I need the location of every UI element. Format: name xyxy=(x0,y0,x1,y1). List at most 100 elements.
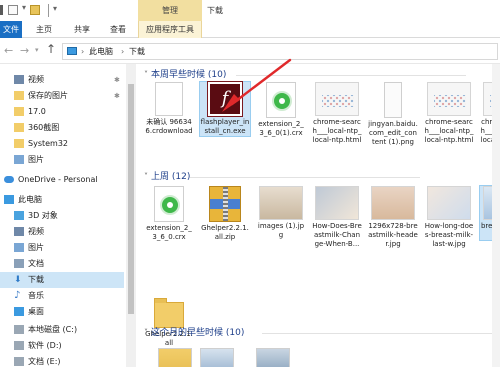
sidebar-item[interactable]: 软件 (D:) xyxy=(0,338,124,354)
file-name: extension_2_3_6_0(1).crx xyxy=(258,120,304,137)
sidebar-item-label: 桌面 xyxy=(28,307,44,316)
sidebar-item[interactable]: 360截图 xyxy=(0,120,124,136)
breadcrumb-this-pc[interactable]: 此电脑 xyxy=(89,46,113,58)
properties-icon[interactable] xyxy=(8,5,18,15)
sidebar-item[interactable]: 视频 xyxy=(0,224,124,240)
file-list-scrollbar[interactable] xyxy=(492,64,500,367)
breadcrumb-separator: › xyxy=(121,47,125,56)
tab-file[interactable]: 文件 xyxy=(0,21,22,38)
documents-folder-icon xyxy=(14,259,24,268)
address-bar[interactable]: › 此电脑 › 下载 xyxy=(62,43,498,60)
group-divider xyxy=(190,177,420,178)
flash-player-icon: f xyxy=(208,82,242,116)
pictures-folder-icon xyxy=(14,155,24,164)
sidebar-item[interactable]: 文档 (E:) xyxy=(0,354,124,367)
pin-icon: ✱ xyxy=(114,92,120,100)
breadcrumb-downloads[interactable]: 下载 xyxy=(129,46,145,58)
sidebar-item[interactable]: 此电脑 xyxy=(0,192,124,208)
computer-icon xyxy=(67,47,77,55)
group-header[interactable]: ˅ 本周早些时候 (10) xyxy=(144,68,226,82)
sidebar-item-label: 3D 对象 xyxy=(28,211,58,220)
pin-icon: ✱ xyxy=(114,76,120,84)
file-item[interactable]: f flashplayer_install_cn.exe xyxy=(199,81,251,137)
new-folder-icon[interactable] xyxy=(30,5,40,15)
quick-access-arrow-icon[interactable]: ▾ xyxy=(22,3,26,12)
video-folder-icon xyxy=(14,227,24,236)
sidebar-item[interactable]: System32 xyxy=(0,136,124,152)
navigation-scrollbar[interactable] xyxy=(126,64,136,367)
sidebar-item[interactable]: OneDrive - Personal xyxy=(0,172,124,188)
collapse-chevron-icon[interactable]: ˅ xyxy=(144,172,148,181)
photo-thumbnail-icon xyxy=(259,186,303,220)
file-item[interactable]: extension_2_3_6_0(1).crx xyxy=(256,82,306,138)
group-header-label: 上周 (12) xyxy=(151,172,191,182)
tab-home[interactable]: 主页 xyxy=(32,21,56,38)
sidebar-item[interactable]: 保存的图片 ✱ xyxy=(0,88,124,104)
sidebar-item[interactable]: 图片 xyxy=(0,240,124,256)
group-header-label: 本周早些时候 (10) xyxy=(151,70,227,80)
tab-view[interactable]: 查看 xyxy=(106,21,130,38)
tab-share[interactable]: 共享 xyxy=(70,21,94,38)
blank-file-icon xyxy=(155,82,183,116)
photo-thumbnail-icon[interactable] xyxy=(256,348,290,367)
navigation-scrollbar-thumb[interactable] xyxy=(128,84,134,314)
folder-icon[interactable] xyxy=(158,348,192,367)
file-name: extension_2_3_6_0.crx xyxy=(146,224,192,241)
sidebar-item-label: 17.0 xyxy=(28,107,46,116)
file-name: flashplayer_install_cn.exe xyxy=(200,118,250,135)
sidebar-item[interactable]: 17.0 xyxy=(0,104,124,120)
music-note-icon: ♪ xyxy=(14,290,21,301)
sidebar-item-label: 文档 xyxy=(28,259,44,268)
up-arrow-icon[interactable]: ↑ xyxy=(46,42,56,56)
file-name: jingyan.baidu.com_edit_content (1).png xyxy=(368,120,418,146)
file-name: images (1).jpg xyxy=(257,222,305,239)
sidebar-item[interactable]: 桌面 xyxy=(0,304,124,320)
sidebar-item-label: 360截图 xyxy=(28,123,60,132)
sidebar-item[interactable]: 3D 对象 xyxy=(0,208,124,224)
file-item[interactable]: chrome-search___local-ntp_local-ntp.html xyxy=(312,82,362,145)
sidebar-item[interactable]: 视频 ✱ xyxy=(0,72,124,88)
file-name: chrome-search___local-ntp_local-ntp.html xyxy=(312,118,362,144)
png-image-icon xyxy=(384,82,402,118)
folder-icon xyxy=(14,107,24,116)
file-item[interactable]: Ghelper2.2.1.all.zip xyxy=(200,186,250,242)
objects-3d-icon xyxy=(14,211,24,220)
pictures-folder-icon xyxy=(14,243,24,252)
file-item[interactable]: extension_2_3_6_0.crx xyxy=(144,186,194,242)
breadcrumb-separator: › xyxy=(81,47,85,56)
ribbon-tabs: 文件 主页 共享 查看 应用程序工具 xyxy=(0,21,500,38)
collapse-chevron-icon[interactable]: ˅ xyxy=(144,70,148,79)
group-header[interactable]: ˅ 这个月的早些时候 (10) xyxy=(144,326,244,340)
collapse-chevron-icon[interactable]: ˅ xyxy=(144,328,148,337)
customize-toolbar-icon[interactable]: ▾ xyxy=(53,4,57,13)
back-arrow-icon[interactable]: ← xyxy=(4,44,13,57)
file-item[interactable]: 未确认 966346.crdownload xyxy=(144,82,194,136)
file-item[interactable]: How-long-does-breast-milk-last-w.jpg xyxy=(424,186,474,249)
file-item[interactable]: How-Does-Breastmilk-Change-When-B... xyxy=(312,186,362,249)
tab-application-tools[interactable]: 应用程序工具 xyxy=(138,21,202,38)
sidebar-item-label: 保存的图片 xyxy=(28,91,68,100)
window-title: 下载 xyxy=(207,6,223,15)
file-item[interactable]: chrome-search___local-ntp_local-ntp.html xyxy=(424,82,474,145)
sidebar-item-label: System32 xyxy=(28,139,69,148)
sidebar-item-label: 软件 (D:) xyxy=(28,341,62,350)
html-thumbnail-icon xyxy=(427,82,471,116)
sidebar-item-label: 图片 xyxy=(28,243,44,252)
sidebar-item[interactable]: ⬇ 下载 xyxy=(0,272,124,288)
recent-locations-chevron-icon[interactable]: ▾ xyxy=(35,46,39,54)
sidebar-item[interactable]: ♪ 音乐 xyxy=(0,288,124,304)
sidebar-item[interactable]: 图片 xyxy=(0,152,124,168)
forward-arrow-icon[interactable]: → xyxy=(20,44,29,57)
sidebar-item[interactable]: 本地磁盘 (C:) xyxy=(0,322,124,338)
file-item[interactable]: images (1).jpg xyxy=(256,186,306,240)
file-name: chrome-search___local-ntp_local-ntp.html xyxy=(424,118,474,144)
file-item[interactable]: 1296x728-breastmilk-header.jpg xyxy=(368,186,418,249)
group-header[interactable]: ˅ 上周 (12) xyxy=(144,170,190,184)
photo-thumbnail-icon xyxy=(315,186,359,220)
sidebar-item[interactable]: 文档 xyxy=(0,256,124,272)
browser-extension-icon xyxy=(154,186,184,222)
sidebar-item-label: 本地磁盘 (C:) xyxy=(28,325,78,334)
manage-context-tab[interactable]: 管理 xyxy=(138,0,202,21)
file-item[interactable]: jingyan.baidu.com_edit_content (1).png xyxy=(368,82,418,147)
photo-thumbnail-icon[interactable] xyxy=(200,348,234,367)
